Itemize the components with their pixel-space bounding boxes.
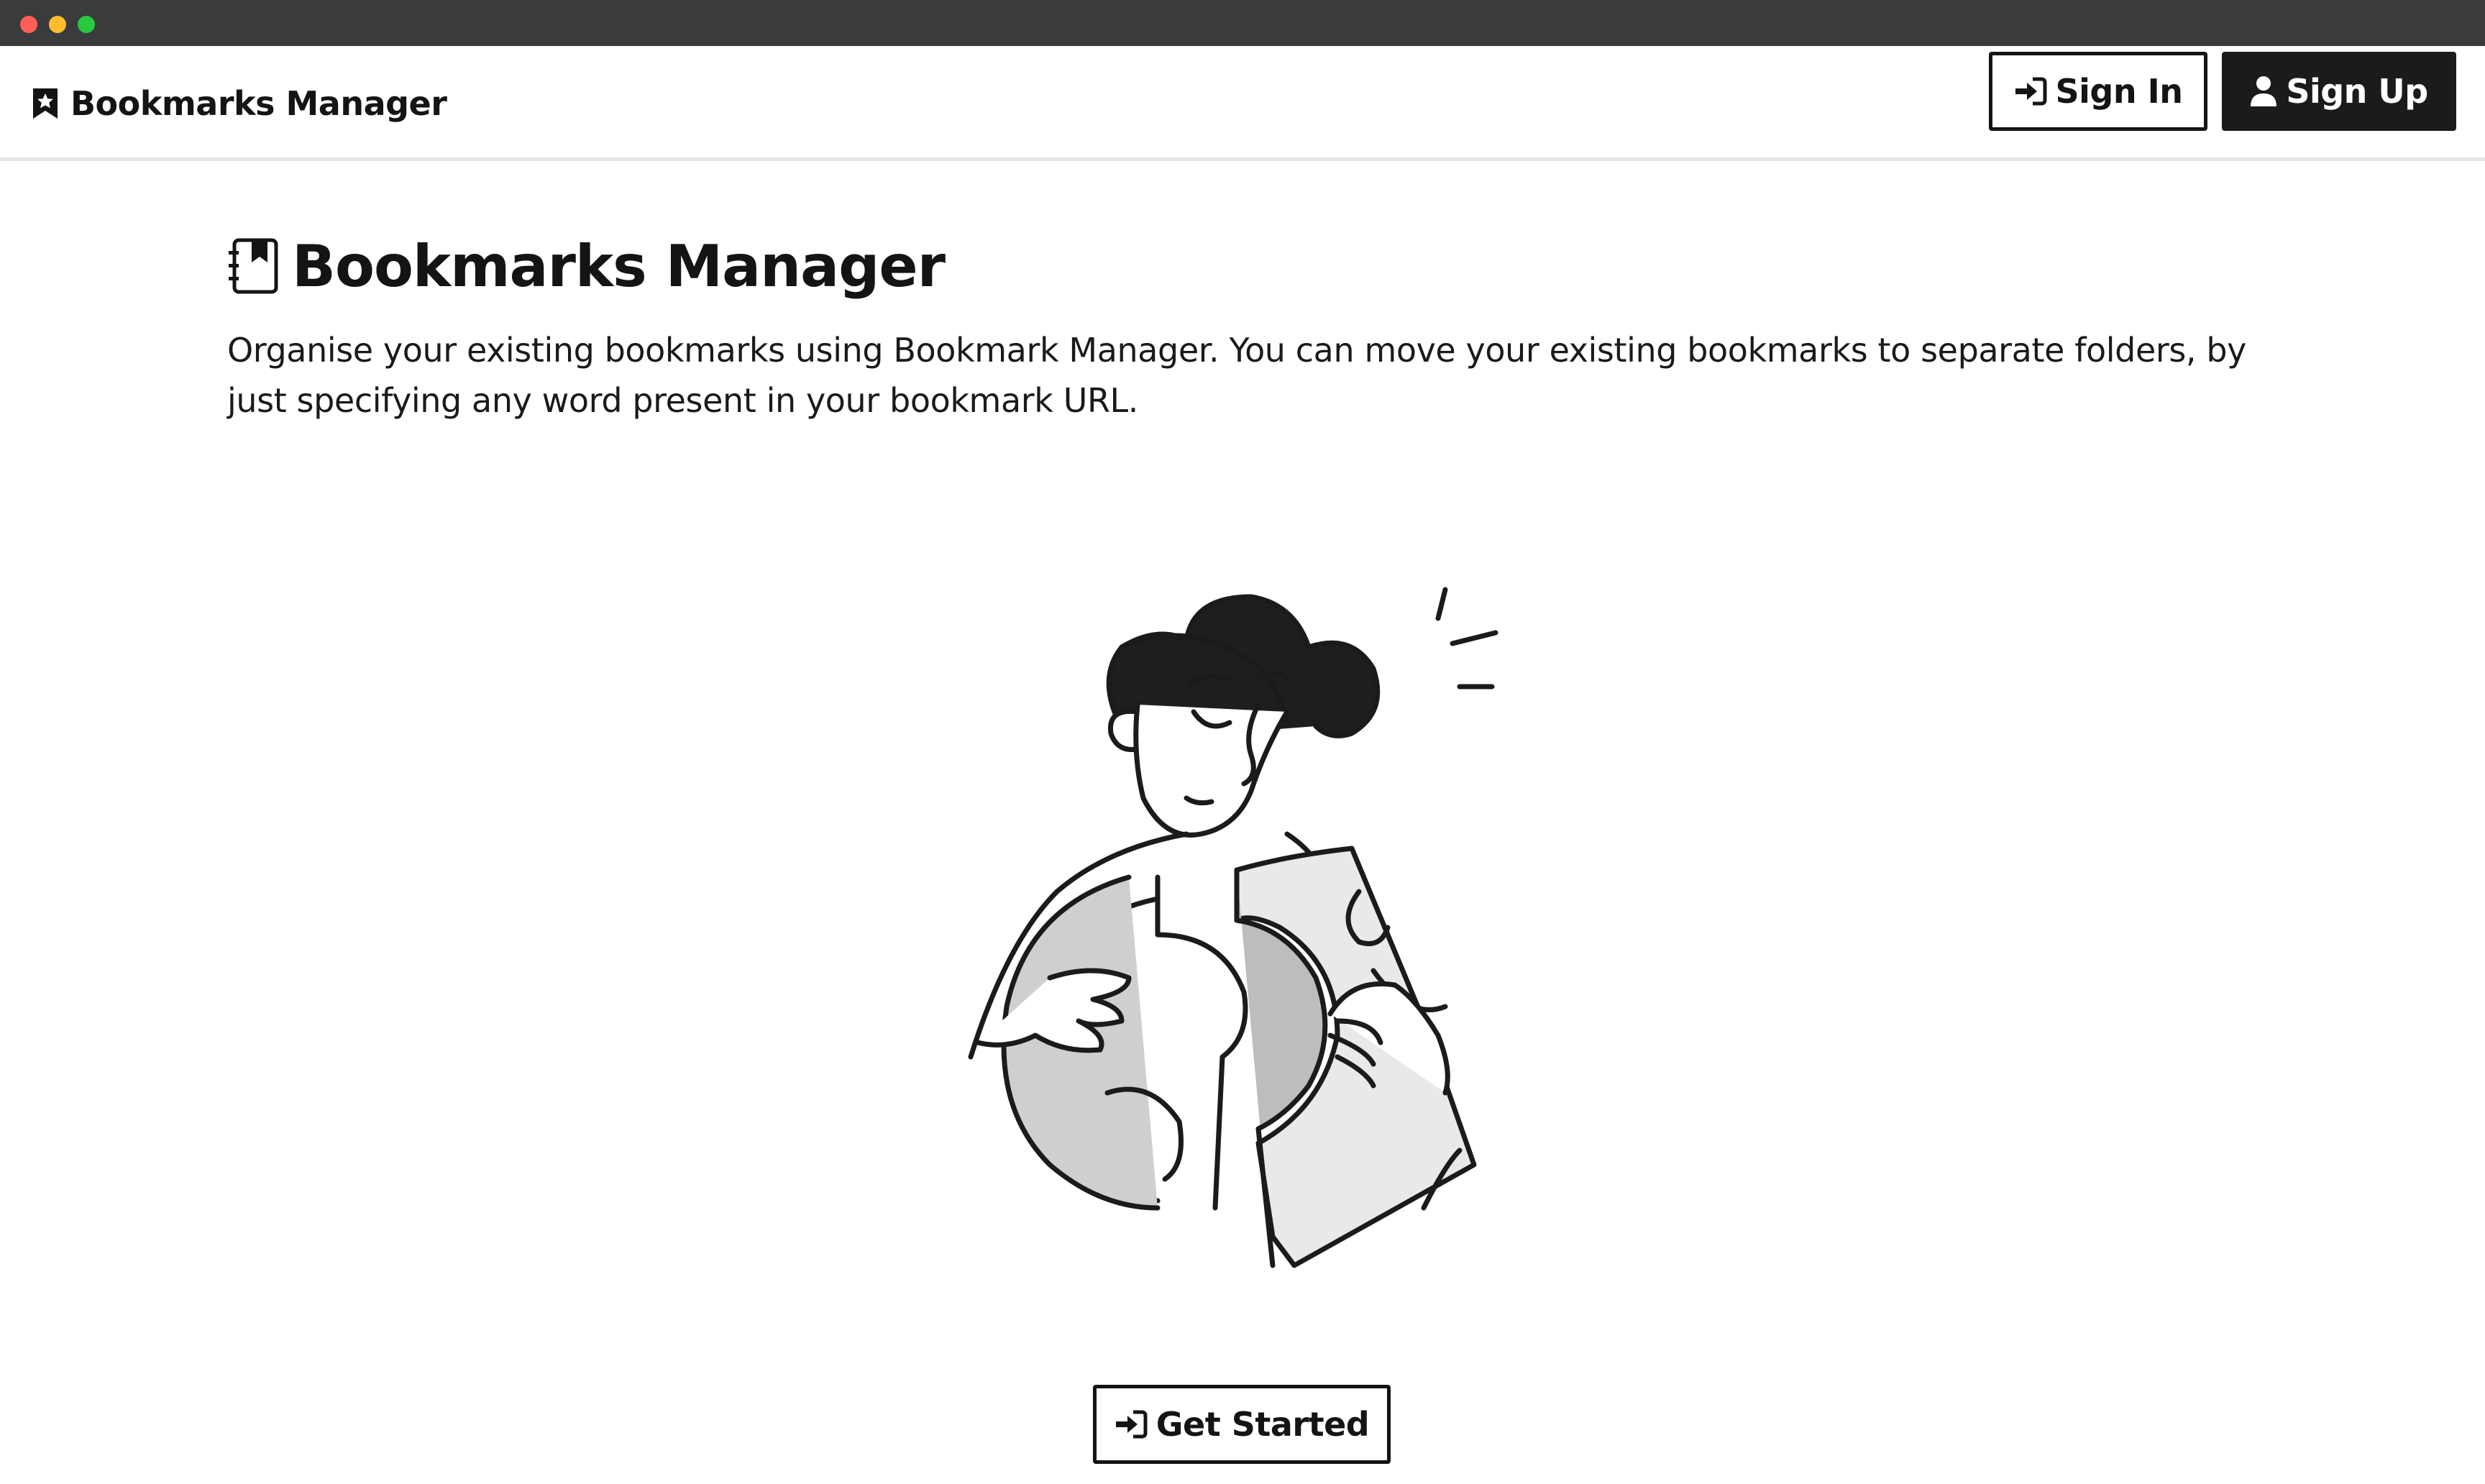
page-title: Bookmarks Manager [292, 232, 946, 300]
window-titlebar [0, 0, 2485, 46]
sign-in-icon [1115, 1410, 1148, 1439]
get-started-label: Get Started [1155, 1405, 1370, 1444]
page-description: Organise your existing bookmarks using B… [227, 331, 2246, 420]
bookmark-star-icon [33, 88, 58, 119]
minimize-window-button[interactable] [49, 16, 66, 33]
sign-in-label: Sign In [2055, 72, 2183, 111]
user-icon [2251, 76, 2277, 106]
get-started-button[interactable]: Get Started [1093, 1385, 1391, 1464]
sign-in-button[interactable]: Sign In [1989, 52, 2207, 131]
close-window-button[interactable] [20, 16, 37, 33]
sign-up-button[interactable]: Sign Up [2222, 52, 2456, 131]
sign-up-label: Sign Up [2286, 72, 2428, 111]
person-holding-split-coin-illustration [949, 518, 1539, 1294]
maximize-window-button[interactable] [78, 16, 95, 33]
bookmark-book-icon [229, 238, 278, 294]
brand-label: Bookmarks Manager [70, 84, 447, 123]
sign-in-icon [2015, 77, 2047, 106]
top-navbar: Bookmarks Manager Sign In Sign Up [0, 46, 2485, 161]
hero-heading: Bookmarks Manager [227, 230, 2262, 302]
brand-link[interactable]: Bookmarks Manager [32, 68, 447, 139]
hero-section: Bookmarks Manager Organise your existing… [227, 230, 2262, 426]
